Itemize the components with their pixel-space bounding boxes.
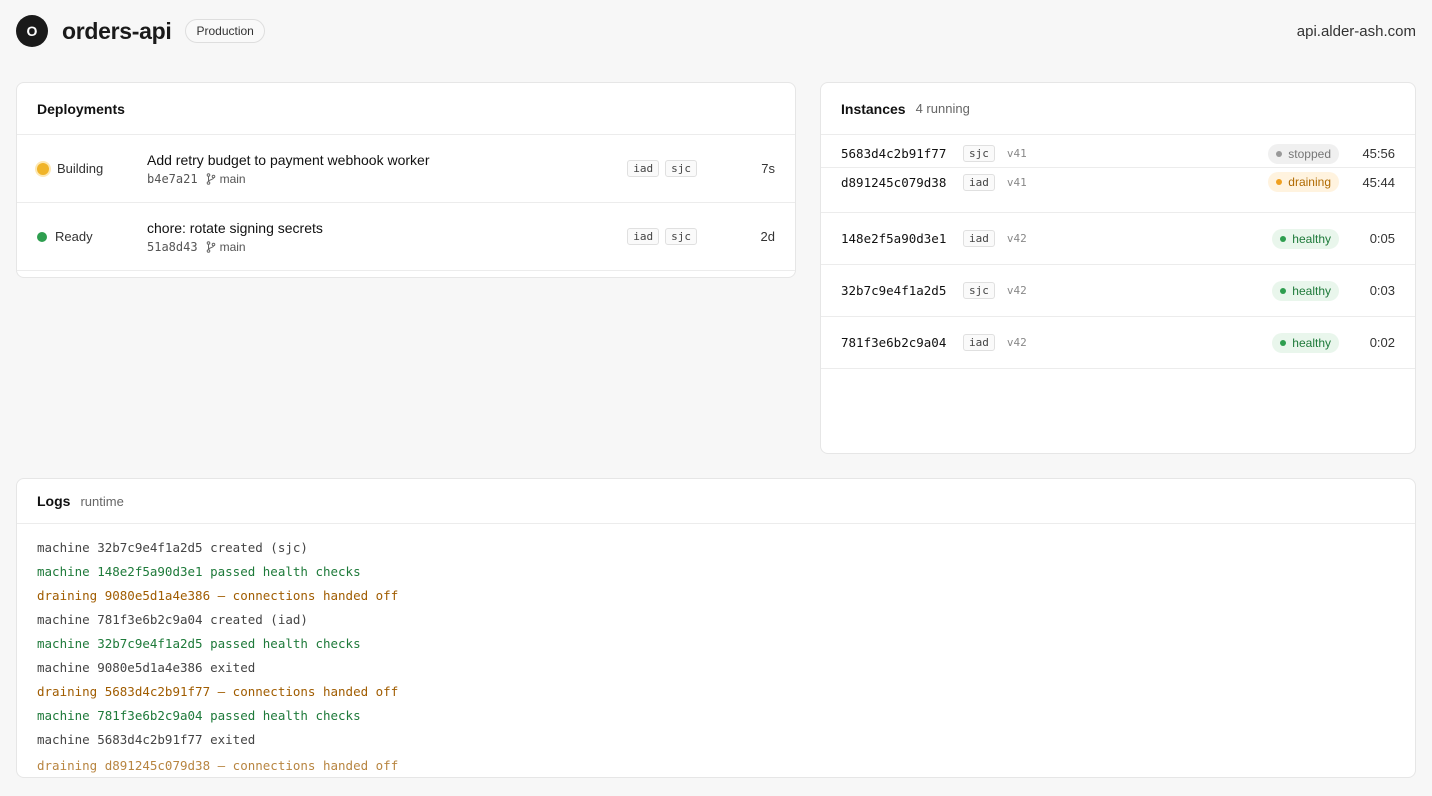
log-line: machine 9080e5d1a4e386 exited <box>37 660 256 675</box>
instance-uptime: 0:03 <box>1369 283 1395 298</box>
status-badge-label: healthy <box>1292 231 1331 246</box>
region-tag: iad <box>963 173 995 191</box>
deployment-row[interactable]: Building Add retry budget to payment web… <box>17 135 795 203</box>
log-line: machine 781f3e6b2c9a04 passed health che… <box>37 708 361 723</box>
deployments-title: Deployments <box>37 100 125 117</box>
log-line: draining 9080e5d1a4e386 — connections ha… <box>37 588 399 603</box>
status-badge-label: healthy <box>1292 335 1331 350</box>
log-line: machine 32b7c9e4f1a2d5 passed health che… <box>37 636 361 651</box>
instance-id[interactable]: 781f3e6b2c9a04 <box>841 335 957 350</box>
deployments-header: Deployments <box>17 83 795 135</box>
instance-id[interactable]: 32b7c9e4f1a2d5 <box>841 283 957 298</box>
outgoing-instances-group: 5683d4c2b91f77 sjc v41 stopped 45:56 d89… <box>821 140 1415 213</box>
region-tag: sjc <box>963 282 995 299</box>
instance-version: v42 <box>1006 232 1027 245</box>
instance-version: v41 <box>1006 175 1027 189</box>
instance-version: v42 <box>1006 284 1027 297</box>
deployment-age: 2d <box>760 229 775 244</box>
git-branch-icon <box>206 240 215 253</box>
instances-panel: Instances 4 running 5683d4c2b91f77 sjc v… <box>820 82 1416 454</box>
region-tag: sjc <box>665 160 697 177</box>
instance-uptime: 45:44 <box>1362 174 1395 190</box>
instance-id[interactable]: d891245c079d38 <box>841 175 957 190</box>
instances-summary: 4 running <box>915 101 970 116</box>
instance-id[interactable]: 5683d4c2b91f77 <box>841 146 957 161</box>
log-line: draining d891245c079d38 — connections ha… <box>37 758 399 773</box>
log-line: machine 148e2f5a90d3e1 passed health che… <box>37 564 361 579</box>
deployment-message[interactable]: chore: rotate signing secrets <box>147 220 621 236</box>
building-status-icon <box>37 162 49 175</box>
stopped-status-icon <box>1276 150 1283 157</box>
deployment-age: 7s <box>761 161 775 176</box>
status-badge: draining <box>1268 172 1339 192</box>
log-line: machine 781f3e6b2c9a04 created (iad) <box>37 612 308 627</box>
region-tag: iad <box>963 334 995 351</box>
instances-header: Instances 4 running <box>821 83 1415 135</box>
instance-row[interactable]: 32b7c9e4f1a2d5 sjc v42 healthy 0:03 <box>821 265 1415 317</box>
region-tag: sjc <box>665 228 697 245</box>
app-domain[interactable]: api.alder-ash.com <box>1297 23 1416 40</box>
instance-uptime: 45:56 <box>1362 146 1395 161</box>
deployment-branch[interactable]: main <box>220 240 246 254</box>
ready-status-icon <box>37 231 47 242</box>
healthy-status-icon <box>1280 339 1287 346</box>
top-bar: O orders-api Production api.alder-ash.co… <box>16 14 1416 48</box>
logs-title: Logs <box>37 493 71 509</box>
app-logo[interactable]: O <box>16 15 48 47</box>
instance-uptime: 0:05 <box>1369 231 1395 246</box>
status-badge: healthy <box>1272 280 1339 301</box>
status-badge: stopped <box>1268 143 1339 164</box>
region-tag: iad <box>627 160 660 177</box>
instances-title: Instances <box>841 100 906 117</box>
instance-version: v41 <box>1006 147 1027 160</box>
git-branch-icon <box>206 172 215 185</box>
instance-uptime: 0:02 <box>1369 335 1395 350</box>
region-tag: sjc <box>963 145 995 162</box>
deployment-row[interactable]: Ready chore: rotate signing secrets 51a8… <box>17 203 795 271</box>
draining-status-icon <box>1276 179 1283 185</box>
region-tag: iad <box>963 230 995 247</box>
region-tag: iad <box>627 228 660 245</box>
deployment-status: Building <box>37 161 147 176</box>
deployment-status-label: Ready <box>55 229 93 244</box>
logs-header: Logs runtime <box>17 479 1415 524</box>
log-line: machine 5683d4c2b91f77 exited <box>37 732 256 747</box>
healthy-status-icon <box>1280 235 1287 242</box>
healthy-status-icon <box>1280 287 1287 294</box>
deployment-branch[interactable]: main <box>220 172 246 186</box>
instance-row[interactable]: d891245c079d38 iad v41 draining 45:44 <box>821 168 1415 196</box>
deployment-status: Ready <box>37 229 147 244</box>
instance-row[interactable]: 781f3e6b2c9a04 iad v42 healthy 0:02 <box>821 317 1415 369</box>
instance-row[interactable]: 5683d4c2b91f77 sjc v41 stopped 45:56 <box>821 140 1415 168</box>
status-badge-label: stopped <box>1288 146 1331 161</box>
deployments-panel: Deployments Building Add retry budget to… <box>16 82 796 278</box>
logs-panel: Logs runtime machine 32b7c9e4f1a2d5 crea… <box>16 478 1416 778</box>
status-badge: healthy <box>1272 228 1339 249</box>
deployment-commit[interactable]: b4e7a21 <box>147 172 198 186</box>
log-line: machine 32b7c9e4f1a2d5 created (sjc) <box>37 540 308 555</box>
instance-id[interactable]: 148e2f5a90d3e1 <box>841 231 957 246</box>
status-badge: healthy <box>1272 332 1339 353</box>
logs-source: runtime <box>80 493 124 509</box>
deployment-message[interactable]: Add retry budget to payment webhook work… <box>147 152 621 168</box>
log-stream[interactable]: machine 32b7c9e4f1a2d5 created (sjc) mac… <box>17 524 1415 777</box>
status-badge-label: healthy <box>1292 283 1331 298</box>
instance-version: v42 <box>1006 336 1027 349</box>
status-badge-label: draining <box>1288 175 1331 189</box>
app-name: orders-api <box>62 17 172 44</box>
instance-row[interactable]: 148e2f5a90d3e1 iad v42 healthy 0:05 <box>821 213 1415 265</box>
log-line: draining 5683d4c2b91f77 — connections ha… <box>37 684 399 699</box>
deployment-commit[interactable]: 51a8d43 <box>147 240 198 254</box>
environment-badge[interactable]: Production <box>185 19 265 43</box>
deployment-status-label: Building <box>57 161 104 176</box>
